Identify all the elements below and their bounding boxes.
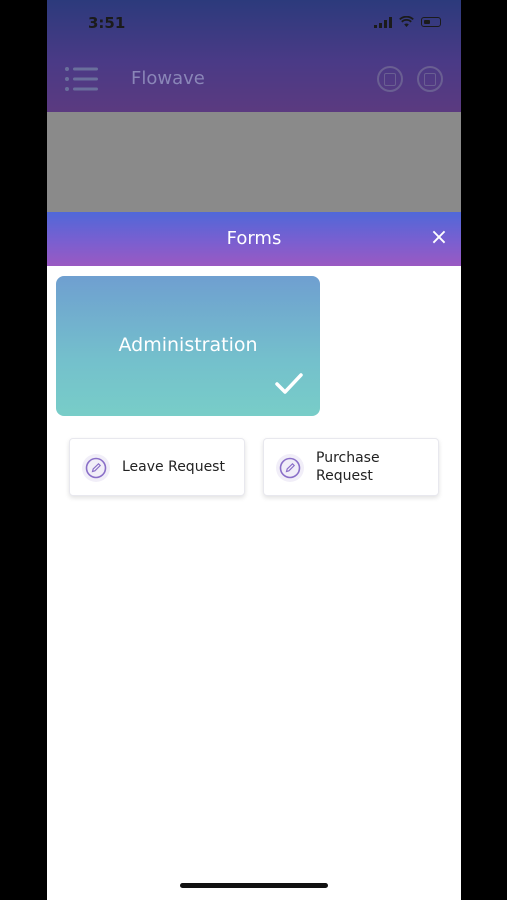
- menu-icon[interactable]: [64, 66, 98, 92]
- close-button[interactable]: ×: [429, 225, 449, 250]
- app-header: 3:51 Flowave: [47, 0, 461, 112]
- category-card-administration[interactable]: Administration: [56, 276, 320, 416]
- profile-icon: [384, 72, 396, 86]
- signal-icon: [374, 16, 392, 28]
- check-icon: [275, 373, 303, 394]
- edit-icon: [276, 454, 304, 482]
- battery-icon: [421, 17, 441, 27]
- form-label: Leave Request: [122, 459, 225, 475]
- close-icon: ×: [429, 225, 449, 250]
- document-icon: [424, 72, 436, 86]
- home-indicator[interactable]: [180, 883, 328, 888]
- category-label: Administration: [118, 334, 258, 356]
- form-card-purchase-request[interactable]: Purchase Request: [263, 438, 439, 496]
- app-title: Flowave: [131, 68, 205, 89]
- profile-button[interactable]: [377, 66, 403, 92]
- phone-screen: 3:51 Flowave Forms × Administration Leav…: [47, 0, 461, 900]
- status-icons: [374, 15, 441, 29]
- form-card-leave-request[interactable]: Leave Request: [69, 438, 245, 496]
- wifi-icon: [399, 16, 414, 27]
- edit-icon: [82, 454, 110, 482]
- sheet-title: Forms: [226, 228, 282, 249]
- forms-sheet-header: Forms ×: [47, 212, 461, 266]
- document-button[interactable]: [417, 66, 443, 92]
- dimmed-backdrop[interactable]: [47, 112, 461, 212]
- form-label: Purchase Request: [316, 450, 380, 484]
- status-time: 3:51: [88, 14, 126, 32]
